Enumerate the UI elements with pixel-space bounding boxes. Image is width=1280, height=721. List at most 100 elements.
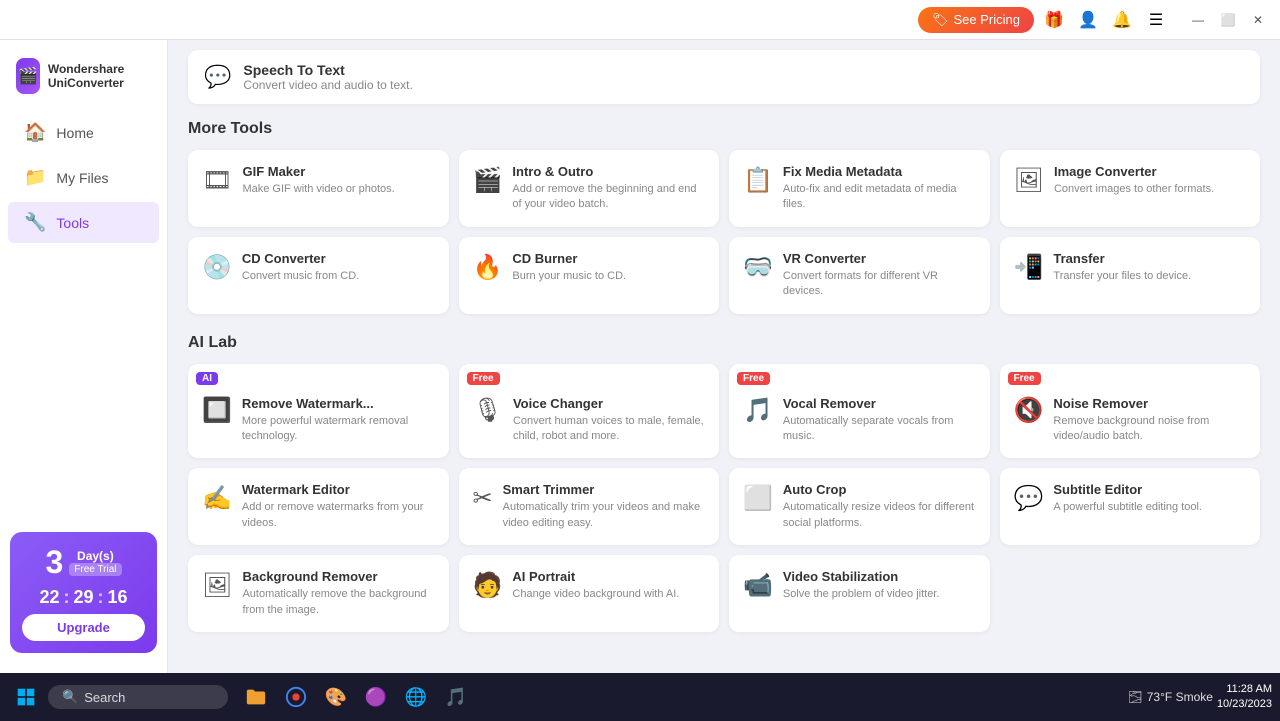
bell-icon[interactable]: 🔔 [1108, 6, 1136, 34]
tool-card-auto-crop[interactable]: ⬜ Auto Crop Automatically resize videos … [729, 468, 990, 545]
image-converter-desc: Convert images to other formats. [1054, 182, 1214, 197]
upgrade-button[interactable]: Upgrade [22, 614, 145, 641]
taskbar-icon-app1[interactable]: 🎨 [320, 681, 352, 713]
trial-days-number: 3 [45, 544, 63, 581]
logo-icon: 🎬 [16, 58, 40, 94]
subtitle-editor-body: Subtitle Editor A powerful subtitle edit… [1053, 482, 1202, 515]
colon-1: : [63, 587, 69, 608]
titlebar: 🏷 See Pricing 🎁 👤 🔔 ☰ — ⬜ ✕ [0, 0, 1280, 40]
gif-maker-desc: Make GIF with video or photos. [242, 182, 394, 197]
home-icon: 🏠 [24, 122, 46, 143]
window-controls: — ⬜ ✕ [1184, 6, 1272, 34]
sidebar-item-home[interactable]: 🏠 Home [8, 112, 159, 153]
minimize-button[interactable]: — [1184, 6, 1212, 34]
my-files-label: My Files [56, 170, 108, 186]
remove-watermark-title: Remove Watermark... [242, 396, 435, 411]
countdown-minutes: 29 [73, 587, 93, 608]
trial-days-area: 3 Day(s) Free Trial [22, 544, 145, 581]
files-icon: 📁 [24, 167, 46, 188]
background-remover-desc: Automatically remove the background from… [242, 587, 434, 618]
tool-card-transfer[interactable]: 📲 Transfer Transfer your files to device… [1000, 237, 1261, 314]
close-button[interactable]: ✕ [1244, 6, 1272, 34]
tool-card-vr-converter[interactable]: 🥽 VR Converter Convert formats for diffe… [729, 237, 990, 314]
pricing-icon: 🏷 [932, 12, 949, 28]
transfer-body: Transfer Transfer your files to device. [1053, 251, 1191, 284]
watermark-editor-title: Watermark Editor [242, 482, 435, 497]
taskbar-icon-app3[interactable]: 🌐 [400, 681, 432, 713]
image-converter-title: Image Converter [1054, 164, 1214, 179]
taskbar-icon-app4[interactable]: 🎵 [440, 681, 472, 713]
user-icon[interactable]: 👤 [1074, 6, 1102, 34]
noise-remover-title: Noise Remover [1053, 396, 1246, 411]
see-pricing-button[interactable]: 🏷 See Pricing [918, 7, 1034, 33]
ai-portrait-title: AI Portrait [512, 569, 679, 584]
image-converter-body: Image Converter Convert images to other … [1054, 164, 1214, 197]
tools-label: Tools [56, 215, 89, 231]
clock-time: 11:28 AM [1217, 682, 1272, 697]
tool-card-subtitle-editor[interactable]: 💬 Subtitle Editor A powerful subtitle ed… [1000, 468, 1261, 545]
noise-remover-body: Noise Remover Remove background noise fr… [1053, 396, 1246, 445]
logo-area: 🎬 Wondershare UniConverter [0, 50, 167, 110]
countdown-hours: 22 [39, 587, 59, 608]
tool-card-smart-trimmer[interactable]: ✂ Smart Trimmer Automatically trim your … [459, 468, 720, 545]
cd-converter-title: CD Converter [242, 251, 359, 266]
sidebar: 🎬 Wondershare UniConverter 🏠 Home 📁 My F… [0, 40, 168, 673]
free-badge-noise: Free [1008, 372, 1041, 385]
taskbar-icon-browser[interactable] [280, 681, 312, 713]
trial-days-label: Day(s) [69, 549, 121, 563]
background-remover-title: Background Remover [242, 569, 434, 584]
auto-crop-icon: ⬜ [743, 484, 773, 513]
top-tool-card[interactable]: 💬 Speech To Text Convert video and audio… [188, 50, 1260, 104]
smart-trimmer-title: Smart Trimmer [503, 482, 705, 497]
main-content: 💬 Speech To Text Convert video and audio… [168, 40, 1280, 673]
logo-text-area: Wondershare UniConverter [48, 62, 151, 91]
taskbar-icon-app2[interactable]: 🟣 [360, 681, 392, 713]
tool-card-ai-portrait[interactable]: 🧑 AI Portrait Change video background wi… [459, 555, 720, 632]
tools-icon: 🔧 [24, 212, 46, 233]
tool-card-fix-metadata[interactable]: 📋 Fix Media Metadata Auto-fix and edit m… [729, 150, 990, 227]
tool-card-watermark-editor[interactable]: ✍ Watermark Editor Add or remove waterma… [188, 468, 449, 545]
tool-card-remove-watermark[interactable]: AI 🔲 Remove Watermark... More powerful w… [188, 364, 449, 459]
tool-card-background-remover[interactable]: 🖼 Background Remover Automatically remov… [188, 555, 449, 632]
tool-card-noise-remover[interactable]: Free 🔇 Noise Remover Remove background n… [1000, 364, 1261, 459]
titlebar-actions: 🏷 See Pricing 🎁 👤 🔔 ☰ — ⬜ ✕ [918, 6, 1272, 34]
ai-portrait-desc: Change video background with AI. [512, 587, 679, 602]
taskbar-search[interactable]: 🔍 Search [48, 685, 228, 709]
fix-metadata-desc: Auto-fix and edit metadata of media file… [783, 182, 976, 213]
vocal-remover-title: Vocal Remover [783, 396, 976, 411]
fix-metadata-icon: 📋 [743, 166, 773, 195]
taskbar-icon-explorer[interactable] [240, 681, 272, 713]
transfer-desc: Transfer your files to device. [1053, 269, 1191, 284]
gift-icon[interactable]: 🎁 [1040, 6, 1068, 34]
fix-metadata-title: Fix Media Metadata [783, 164, 976, 179]
tool-card-vocal-remover[interactable]: Free 🎵 Vocal Remover Automatically separ… [729, 364, 990, 459]
tool-card-image-converter[interactable]: 🖼 Image Converter Convert images to othe… [1000, 150, 1261, 227]
cd-converter-body: CD Converter Convert music from CD. [242, 251, 359, 284]
home-label: Home [56, 125, 93, 141]
transfer-title: Transfer [1053, 251, 1191, 266]
tool-card-intro-outro[interactable]: 🎬 Intro & Outro Add or remove the beginn… [459, 150, 720, 227]
ai-portrait-icon: 🧑 [473, 571, 503, 600]
watermark-editor-body: Watermark Editor Add or remove watermark… [242, 482, 435, 531]
tool-card-cd-burner[interactable]: 🔥 CD Burner Burn your music to CD. [459, 237, 720, 314]
search-icon: 🔍 [62, 689, 78, 705]
start-button[interactable] [8, 679, 44, 715]
smart-trimmer-icon: ✂ [473, 484, 493, 513]
top-card-text: Speech To Text Convert video and audio t… [243, 62, 412, 92]
maximize-button[interactable]: ⬜ [1214, 6, 1242, 34]
auto-crop-body: Auto Crop Automatically resize videos fo… [783, 482, 976, 531]
auto-crop-title: Auto Crop [783, 482, 976, 497]
tool-card-voice-changer[interactable]: Free 🎙 Voice Changer Convert human voice… [459, 364, 720, 459]
menu-icon[interactable]: ☰ [1142, 6, 1170, 34]
sidebar-item-my-files[interactable]: 📁 My Files [8, 157, 159, 198]
tool-card-cd-converter[interactable]: 💿 CD Converter Convert music from CD. [188, 237, 449, 314]
video-stabilization-title: Video Stabilization [783, 569, 940, 584]
ai-lab-grid: AI 🔲 Remove Watermark... More powerful w… [188, 364, 1260, 632]
voice-changer-icon: 🎙 [473, 396, 503, 425]
free-trial-badge: Free Trial [69, 563, 121, 576]
tool-card-video-stabilization[interactable]: 📹 Video Stabilization Solve the problem … [729, 555, 990, 632]
top-card-title: Speech To Text [243, 62, 412, 78]
tool-card-gif-maker[interactable]: 🎞 GIF Maker Make GIF with video or photo… [188, 150, 449, 227]
sidebar-item-tools[interactable]: 🔧 Tools [8, 202, 159, 243]
vocal-remover-body: Vocal Remover Automatically separate voc… [783, 396, 976, 445]
